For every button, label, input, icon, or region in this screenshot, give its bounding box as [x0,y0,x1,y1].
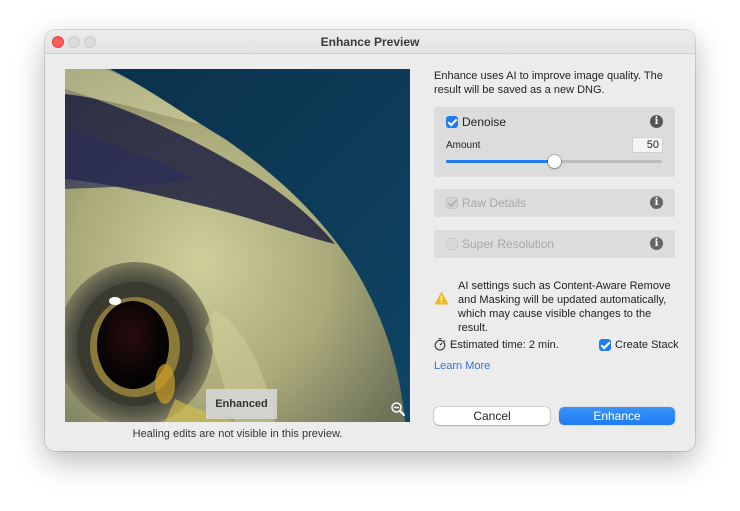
warning-icon [434,291,449,305]
zoom-out-icon[interactable] [390,401,406,417]
super-resolution-panel: Super Resolution i [434,230,675,258]
super-resolution-checkbox[interactable] [446,238,458,250]
denoise-info-icon[interactable]: i [650,115,663,128]
title-bar: Enhance Preview [45,30,695,54]
enhanced-label: Enhanced [206,389,277,419]
intro-text: Enhance uses AI to improve image quality… [434,70,663,96]
create-stack-checkbox[interactable] [599,339,611,351]
amount-slider[interactable] [446,155,662,168]
preview-image[interactable]: Enhanced [65,69,410,422]
super-resolution-label: Super Resolution [462,237,555,251]
denoise-checkbox[interactable] [446,116,458,128]
amount-label: Amount [446,140,481,151]
amount-slider-fill [446,160,554,163]
amount-slider-thumb[interactable] [548,155,561,168]
denoise-label: Denoise [462,115,507,129]
cancel-button[interactable]: Cancel [434,407,550,425]
raw-details-checkbox[interactable] [446,197,458,209]
warning-text: AI settings such as Content-Aware Remove… [458,280,671,334]
preview-note: Healing edits are not visible in this pr… [132,428,343,440]
enhance-button[interactable]: Enhance [559,407,675,425]
create-stack-label: Create Stack [615,339,679,351]
amount-value-field[interactable]: 50 [632,137,663,153]
fish-photo [65,69,410,422]
stopwatch-icon [434,338,446,351]
window-title: Enhance Preview [320,35,420,49]
enhance-preview-dialog: Enhance Preview Enhanced Healing edits a… [45,30,695,451]
learn-more-link[interactable]: Learn More [434,360,490,372]
estimated-time: Estimated time: 2 min. [450,339,559,351]
raw-details-panel: Raw Details i [434,189,675,217]
raw-details-label: Raw Details [462,196,527,210]
denoise-panel: Denoise i Amount 50 [434,107,675,177]
super-resolution-info-icon[interactable]: i [650,237,663,250]
raw-details-info-icon[interactable]: i [650,196,663,209]
